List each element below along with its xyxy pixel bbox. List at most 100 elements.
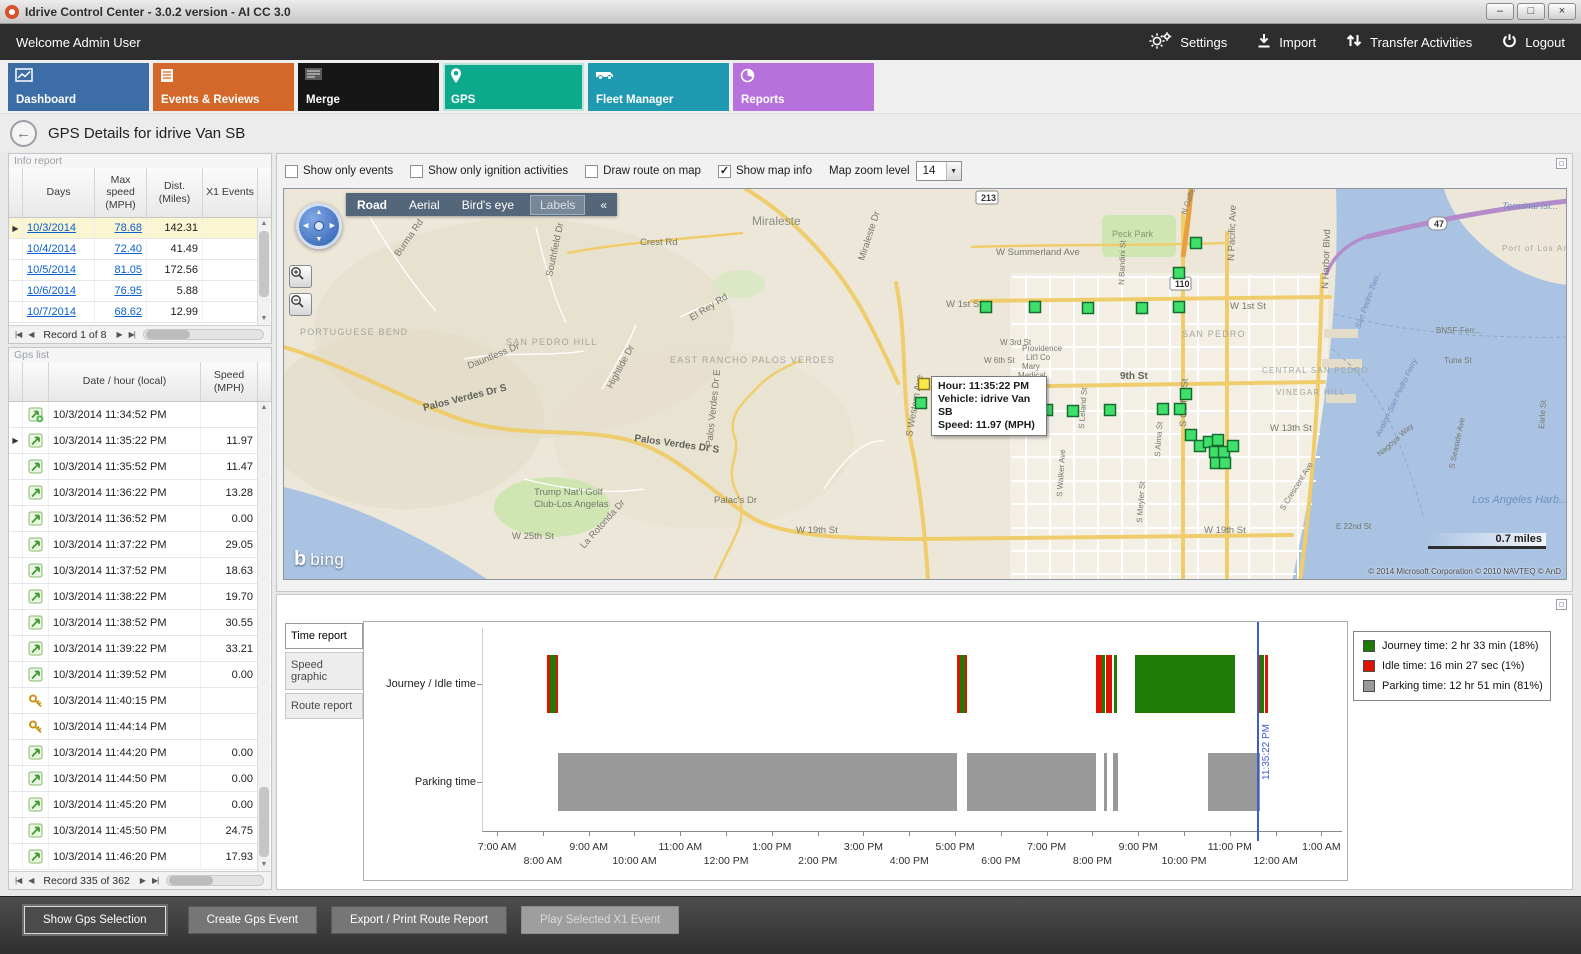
info-report-row[interactable]: 10/6/201476.955.88 [9,281,271,302]
column-header-datetime[interactable]: Date / hour (local) [49,362,201,401]
gps-marker[interactable] [1213,435,1224,446]
gps-list-row[interactable]: 10/3/2014 11:38:52 PM30.55 [9,610,271,636]
info-report-scrollbar[interactable]: ▲ ▼ [257,218,270,325]
gps-list-row[interactable]: 10/3/2014 11:34:52 PM [9,402,271,428]
scrollbar-thumb[interactable] [259,787,269,857]
tab-time-report[interactable]: Time report [285,623,363,649]
scroll-down-icon[interactable]: ▼ [258,313,270,325]
collapse-panel-button[interactable] [1556,158,1567,169]
logout-button[interactable]: Logout [1502,33,1565,51]
map-view-aerial[interactable]: Aerial [398,195,451,215]
map-toolbar-collapse-icon[interactable]: « [590,196,617,214]
prev-record-button[interactable]: ◀ [25,876,36,885]
day-link[interactable]: 10/5/2014 [27,264,76,276]
scrollbar-thumb[interactable] [169,876,213,885]
gps-marker[interactable] [1174,302,1185,313]
gps-marker[interactable] [981,302,992,313]
gps-marker[interactable] [1083,303,1094,314]
scrollbar-thumb[interactable] [259,231,269,297]
gps-list-row[interactable]: 10/3/2014 11:44:50 PM0.00 [9,766,271,792]
tab-gps[interactable]: GPS [443,63,584,111]
tab-fleet-manager[interactable]: Fleet Manager [588,63,729,111]
gps-marker[interactable] [1105,405,1116,416]
create-gps-event-button[interactable]: Create Gps Event [188,906,317,934]
collapse-panel-button[interactable] [1556,599,1567,610]
column-header-max-speed[interactable]: Max speed (MPH) [95,168,147,217]
gps-list-row[interactable]: 10/3/2014 11:37:22 PM29.05 [9,532,271,558]
import-button[interactable]: Import [1257,33,1316,51]
tab-events-reviews[interactable]: Events & Reviews [153,63,294,111]
checkbox-show-only-events[interactable]: Show only events [285,165,393,178]
last-record-button[interactable]: ▶| [149,876,161,885]
prev-record-button[interactable]: ◀ [25,330,36,339]
scrollbar-thumb[interactable] [146,330,190,339]
map-canvas[interactable]: 213 110 47 Miraleste Peck Park W Summerl… [283,188,1567,580]
pan-right-icon[interactable]: ▶ [330,223,335,230]
info-report-row[interactable]: 10/5/201481.05172.56 [9,260,271,281]
next-record-button[interactable]: ▶ [113,330,124,339]
gps-list-row[interactable]: ▶10/3/2014 11:35:22 PM11.97 [9,428,271,454]
first-record-button[interactable]: |◀ [12,876,24,885]
gps-marker[interactable] [1137,303,1148,314]
chevron-down-icon[interactable]: ▼ [946,162,961,180]
settings-button[interactable]: Settings [1149,32,1227,52]
zoom-in-button[interactable] [289,265,312,288]
max-speed-link[interactable]: 76.95 [114,285,142,297]
checkbox-show-map-info[interactable]: ✓ Show map info [718,165,812,178]
gps-list-row[interactable]: 10/3/2014 11:36:52 PM0.00 [9,506,271,532]
gps-list-row[interactable]: 10/3/2014 11:36:22 PM13.28 [9,480,271,506]
transfer-activities-button[interactable]: Transfer Activities [1346,33,1472,51]
pan-up-icon[interactable]: ▲ [316,209,323,216]
max-speed-link[interactable]: 72.40 [114,243,142,255]
gps-marker[interactable] [1220,458,1231,469]
compass-center[interactable] [314,221,324,231]
gps-marker[interactable] [1174,268,1185,279]
map-view-road[interactable]: Road [346,195,398,215]
show-gps-selection-button[interactable]: Show Gps Selection [24,906,166,934]
max-speed-link[interactable]: 78.68 [114,222,142,234]
tab-dashboard[interactable]: Dashboard [8,63,149,111]
gps-marker[interactable] [1158,404,1169,415]
checkbox-box[interactable] [410,165,423,178]
day-link[interactable]: 10/7/2014 [27,306,76,318]
column-header-speed[interactable]: Speed (MPH) [201,362,258,401]
gps-list-row[interactable]: 10/3/2014 11:35:52 PM11.47 [9,454,271,480]
maximize-button[interactable]: □ [1517,3,1545,20]
checkbox-box[interactable]: ✓ [718,165,731,178]
gps-marker[interactable] [1191,238,1202,249]
max-speed-link[interactable]: 68.62 [114,306,142,318]
column-header-dist[interactable]: Dist. (Miles) [147,168,203,217]
gps-list-row[interactable]: 10/3/2014 11:44:14 PM [9,714,271,740]
map-compass-control[interactable]: ▲ ▼ ◀ ▶ [296,203,342,249]
checkbox-box[interactable] [585,165,598,178]
scroll-up-icon[interactable]: ▲ [258,402,270,414]
info-report-row[interactable]: 10/4/201472.4041.49 [9,239,271,260]
time-cursor-line[interactable] [1257,622,1259,841]
day-link[interactable]: 10/3/2014 [27,222,76,234]
checkbox-draw-route[interactable]: Draw route on map [585,165,701,178]
gps-list-row[interactable]: 10/3/2014 11:45:20 PM0.00 [9,792,271,818]
scroll-up-icon[interactable]: ▲ [258,218,270,230]
gps-list-row[interactable]: 10/3/2014 11:39:22 PM33.21 [9,636,271,662]
close-button[interactable]: × [1548,3,1576,20]
back-button[interactable]: ← [10,120,37,147]
column-header-x1-events[interactable]: X1 Events [203,168,258,217]
map-zoom-select[interactable]: 14 ▼ [916,161,962,181]
gps-marker[interactable] [1186,430,1197,441]
export-print-route-report-button[interactable]: Export / Print Route Report [331,906,507,934]
map-view-labels[interactable]: Labels [530,195,585,215]
gps-list-row[interactable]: 10/3/2014 11:37:52 PM18.63 [9,558,271,584]
tab-speed-graphic[interactable]: Speed graphic [285,652,363,690]
scroll-down-icon[interactable]: ▼ [258,859,270,871]
gps-marker[interactable] [1175,404,1186,415]
minimize-button[interactable]: – [1486,3,1514,20]
tab-reports[interactable]: Reports [733,63,874,111]
max-speed-link[interactable]: 81.05 [114,264,142,276]
pan-down-icon[interactable]: ▼ [316,236,323,243]
column-header-days[interactable]: Days [23,168,95,217]
gps-marker[interactable] [1228,441,1239,452]
gps-marker[interactable] [1068,406,1079,417]
checkbox-box[interactable] [285,165,298,178]
checkbox-show-only-ignition[interactable]: Show only ignition activities [410,165,568,178]
day-link[interactable]: 10/6/2014 [27,285,76,297]
